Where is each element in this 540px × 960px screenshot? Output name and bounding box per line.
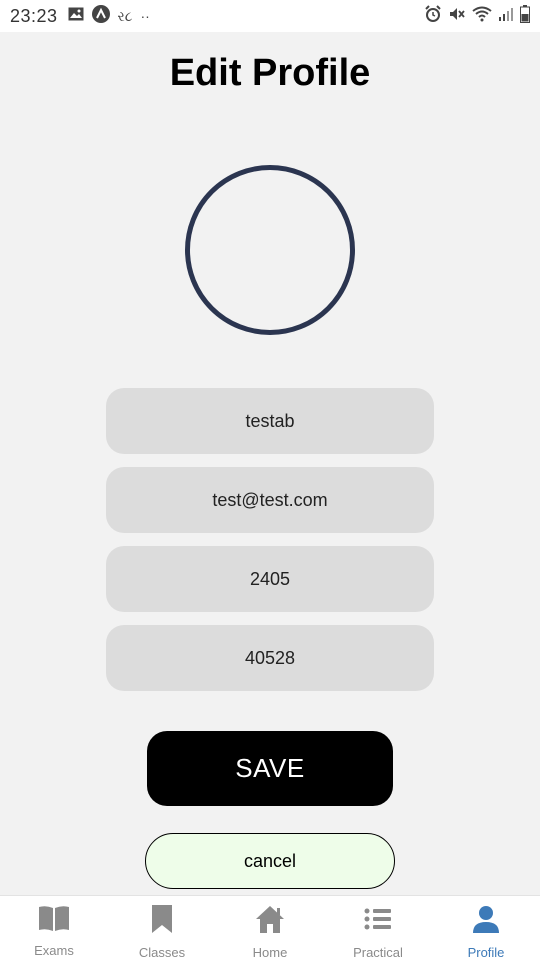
tab-label: Profile — [467, 945, 505, 960]
tab-label: Practical — [353, 945, 403, 960]
list-icon — [363, 904, 393, 939]
tab-practical[interactable]: Practical — [324, 896, 432, 960]
bottom-tab-bar: Exams Classes Home Practical Profile — [0, 895, 540, 960]
tab-home[interactable]: Home — [216, 896, 324, 960]
page-title: Edit Profile — [169, 52, 371, 94]
carrier-text: ર૮ — [117, 7, 133, 24]
mute-icon — [448, 5, 466, 28]
signal-icon — [498, 6, 514, 27]
tab-label: Classes — [138, 945, 186, 960]
bookmark-icon — [150, 904, 174, 939]
field-3[interactable] — [106, 546, 434, 612]
app-notification-icon — [91, 4, 110, 28]
save-button[interactable]: SAVE — [147, 731, 393, 806]
home-icon — [254, 904, 286, 939]
cancel-button[interactable]: cancel — [145, 833, 395, 889]
tab-classes[interactable]: Classes — [108, 896, 216, 960]
name-field[interactable] — [106, 388, 434, 454]
gallery-icon — [68, 7, 84, 26]
alarm-icon — [424, 4, 442, 28]
status-right-icons — [424, 4, 530, 28]
status-bar: 23:23 ર૮ ·· — [0, 0, 540, 32]
avatar[interactable] — [185, 165, 355, 335]
book-icon — [37, 904, 71, 937]
person-icon — [471, 904, 501, 939]
tab-label: Home — [252, 945, 288, 960]
tab-profile[interactable]: Profile — [432, 896, 540, 960]
field-4[interactable] — [106, 625, 434, 691]
battery-icon — [520, 4, 530, 28]
tab-label: Exams — [34, 943, 74, 958]
status-left-icons: ર૮ ·· — [68, 4, 150, 28]
email-field[interactable] — [106, 467, 434, 533]
tab-exams[interactable]: Exams — [0, 896, 108, 960]
more-dots: ·· — [140, 8, 150, 24]
wifi-icon — [472, 6, 492, 27]
status-time: 23:23 — [10, 5, 58, 26]
